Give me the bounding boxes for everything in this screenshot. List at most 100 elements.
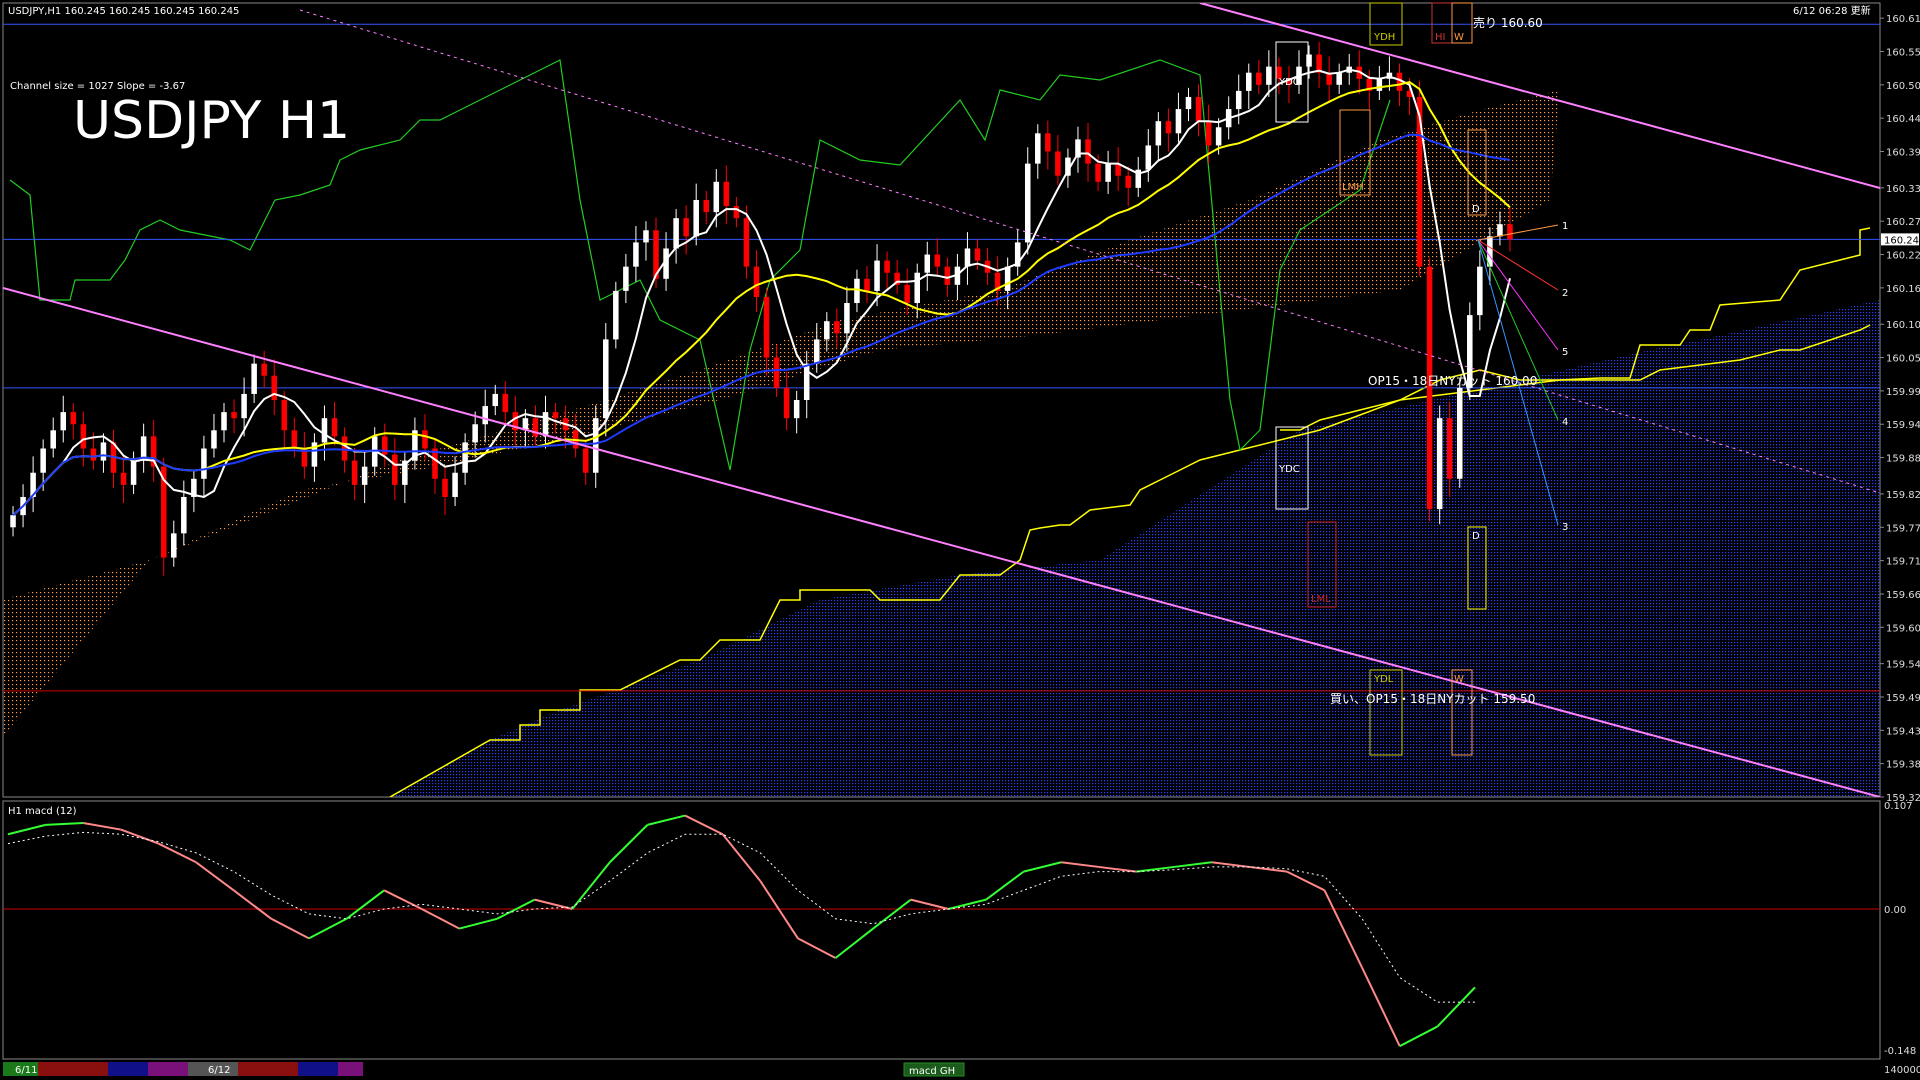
- fan-label-2: 2: [1562, 288, 1568, 299]
- macd-tick-zero: 0.00: [1884, 905, 1906, 916]
- macd-segment: [834, 927, 874, 959]
- macd-segment: [1098, 865, 1137, 873]
- macd-segment: [308, 917, 348, 940]
- macd-tab-label[interactable]: macd GH: [909, 1066, 955, 1077]
- macd-segment: [83, 822, 122, 831]
- macd-segment: [195, 861, 235, 892]
- candle-body: [643, 230, 649, 243]
- candle-body: [462, 442, 468, 473]
- date-label-0: 6/11: [15, 1065, 37, 1076]
- candle-body: [753, 266, 760, 297]
- candle-body: [603, 339, 609, 419]
- macd-segment: [647, 814, 686, 826]
- macd-segment: [1211, 861, 1250, 868]
- header-time: 6/12 06:28 更新: [1793, 4, 1871, 17]
- y-tick-label: 160.050: [1886, 354, 1920, 365]
- candle-body: [231, 412, 237, 419]
- candle-body: [914, 272, 920, 304]
- fan-label-3: 3: [1562, 522, 1568, 533]
- macd-label: H1 macd (12): [8, 806, 77, 817]
- macd-segment: [1173, 861, 1212, 868]
- candle-body: [1165, 121, 1172, 134]
- fan-line-5: [1477, 239, 1559, 351]
- candle-body: [673, 218, 679, 249]
- candle-body: [70, 412, 77, 425]
- macd-segment: [345, 889, 385, 920]
- candle-body: [100, 442, 107, 461]
- candle-body: [1256, 72, 1262, 85]
- candle-body: [261, 363, 267, 376]
- candle-body: [974, 248, 981, 261]
- candle-body: [472, 424, 478, 443]
- candle-body: [733, 206, 740, 219]
- candle-body: [422, 430, 428, 449]
- candle-body: [582, 448, 589, 473]
- candle-body: [964, 248, 971, 267]
- fan-label-4: 4: [1562, 417, 1568, 428]
- candle-body: [793, 400, 800, 419]
- box-ydl-label: YDL: [1373, 674, 1394, 685]
- macd-segment: [1436, 986, 1476, 1028]
- buy-label: 買い、OP15・18日NYカット 159.50: [1330, 692, 1535, 706]
- candle-body: [60, 412, 67, 431]
- candle-body: [813, 339, 820, 364]
- candle-body: [1105, 163, 1111, 182]
- candle-body: [1055, 151, 1061, 176]
- date-label-1: 6/12: [208, 1065, 230, 1076]
- macd-segment: [759, 880, 799, 939]
- chart-title: USDJPY H1: [73, 91, 350, 151]
- y-tick-label: 160.390: [1886, 147, 1920, 158]
- fan-label-1: 1: [1562, 221, 1568, 232]
- macd-segment: [1286, 870, 1325, 892]
- candle-body: [1306, 54, 1312, 67]
- macd-segment: [872, 898, 912, 930]
- candle-body: [713, 181, 720, 213]
- macd-segment: [233, 889, 272, 920]
- candle-body: [783, 387, 790, 419]
- box-ydh-label: YDH: [1373, 32, 1395, 43]
- macd-tick-top: 0.107: [1884, 801, 1913, 812]
- candle-body: [1035, 133, 1041, 164]
- y-tick-label: 159.825: [1886, 490, 1920, 501]
- macd-segment: [270, 917, 310, 940]
- box-w-top-label: W: [1454, 32, 1464, 43]
- macd-segment: [797, 937, 837, 959]
- candle-body: [1235, 90, 1242, 110]
- macd-segment: [910, 898, 949, 910]
- candle-body: [1336, 72, 1342, 85]
- strip-seg-8: [338, 1062, 363, 1076]
- candle-body: [341, 436, 348, 461]
- candle-body: [291, 430, 298, 449]
- candle-body: [703, 199, 710, 213]
- candle-body: [351, 460, 358, 485]
- box-ydo-label: YDO: [1278, 77, 1301, 88]
- candle-body: [331, 418, 338, 437]
- candle-body: [904, 284, 910, 304]
- candle-body: [1195, 96, 1202, 122]
- y-tick-label: 160.330: [1886, 184, 1920, 195]
- candle-body: [763, 296, 770, 358]
- macd-segment: [158, 842, 197, 864]
- candle-body: [1024, 163, 1031, 243]
- candle-body: [934, 254, 941, 267]
- macd-segment: [1399, 1025, 1438, 1048]
- candle-body: [1446, 418, 1453, 479]
- macd-segment: [985, 870, 1025, 901]
- macd-segment: [684, 814, 724, 836]
- macd-segment: [1323, 889, 1364, 969]
- y-tick-label: 159.380: [1886, 760, 1920, 771]
- candle-body: [633, 242, 639, 267]
- candle-body: [743, 218, 750, 267]
- macd-segment: [571, 861, 611, 910]
- macd-segment: [1361, 967, 1401, 1047]
- y-tick-label: 159.660: [1886, 590, 1920, 601]
- candle-body: [1246, 72, 1252, 91]
- sell-label: 売り 160.60: [1473, 15, 1543, 30]
- candle-body: [623, 266, 629, 291]
- strip-seg-2: [38, 1062, 108, 1076]
- candle-body: [10, 515, 16, 528]
- macd-segment: [45, 822, 84, 826]
- header-info: USDJPY,H1 160.245 160.245 160.245 160.24…: [8, 6, 239, 17]
- candle-body: [1497, 224, 1503, 237]
- candle-body: [40, 448, 46, 473]
